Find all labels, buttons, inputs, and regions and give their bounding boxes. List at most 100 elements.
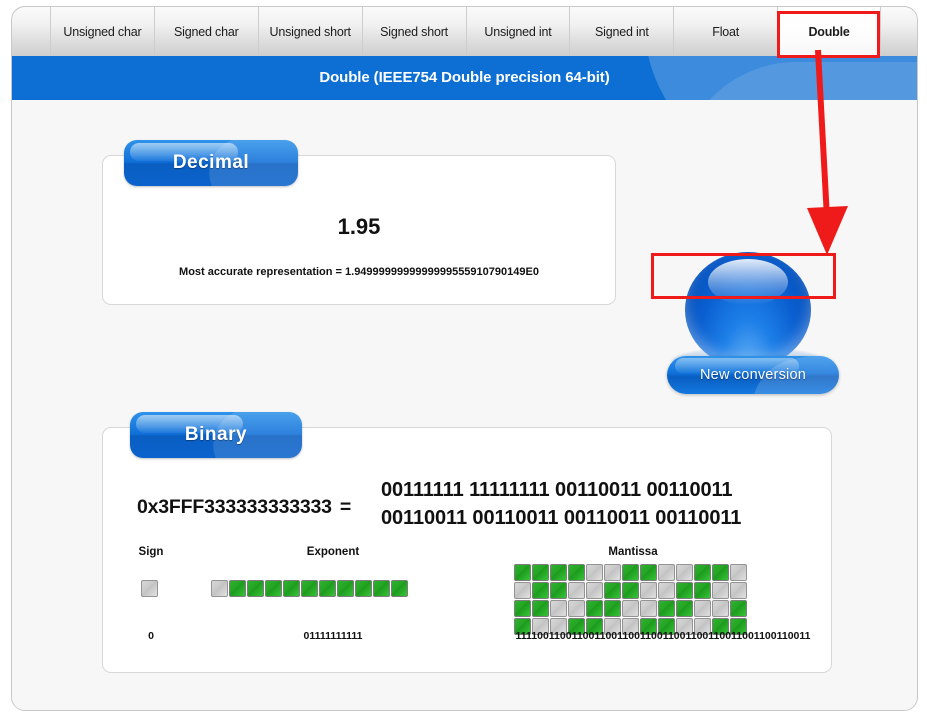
sign-bits: 0 bbox=[148, 630, 154, 642]
equals-sign: = bbox=[339, 496, 352, 518]
mantissa-bit[interactable] bbox=[604, 564, 621, 581]
mantissa-bit[interactable] bbox=[514, 564, 531, 581]
mantissa-bit[interactable] bbox=[694, 582, 711, 599]
exponent-bit[interactable] bbox=[355, 580, 372, 597]
tab-label: Double bbox=[808, 24, 850, 39]
mantissa-bit[interactable] bbox=[730, 600, 747, 617]
binary-panel: 0x3FFF333333333333 = 00111111 11111111 00… bbox=[102, 427, 832, 673]
tab-unsigned-int[interactable]: Unsigned int bbox=[465, 7, 570, 56]
page-title: Double (IEEE754 Double precision 64-bit) bbox=[319, 69, 610, 86]
mantissa-bit[interactable] bbox=[532, 582, 549, 599]
mantissa-squares[interactable] bbox=[514, 564, 748, 636]
exponent-bit[interactable] bbox=[247, 580, 264, 597]
mantissa-bit[interactable] bbox=[550, 600, 567, 617]
mantissa-row bbox=[514, 582, 748, 600]
mantissa-label: Mantissa bbox=[608, 546, 658, 558]
title-banner: Double (IEEE754 Double precision 64-bit) bbox=[12, 56, 917, 100]
binary-bits-line-1: 00111111 11111111 00110011 00110011 bbox=[381, 479, 733, 501]
exponent-bit[interactable] bbox=[211, 580, 228, 597]
window-shell: Unsigned char Signed char Unsigned short Si… bbox=[11, 6, 918, 711]
mantissa-bit[interactable] bbox=[604, 600, 621, 617]
tab-float[interactable]: Float bbox=[673, 7, 777, 56]
exponent-bit[interactable] bbox=[337, 580, 354, 597]
mantissa-bit[interactable] bbox=[712, 582, 729, 599]
tab-label: Unsigned char bbox=[63, 24, 142, 39]
mantissa-bits: 1111001100110011001100110011001100110011… bbox=[515, 630, 811, 642]
tab-unsigned-short[interactable]: Unsigned short bbox=[257, 7, 362, 56]
mantissa-bit[interactable] bbox=[586, 582, 603, 599]
mantissa-bit[interactable] bbox=[640, 564, 657, 581]
exponent-bit[interactable] bbox=[229, 580, 246, 597]
mantissa-bit[interactable] bbox=[514, 600, 531, 617]
mantissa-bit[interactable] bbox=[712, 600, 729, 617]
mantissa-bit[interactable] bbox=[514, 582, 531, 599]
mantissa-bit[interactable] bbox=[604, 582, 621, 599]
mantissa-bit[interactable] bbox=[694, 600, 711, 617]
exponent-bits: 01111111111 bbox=[303, 630, 363, 642]
mantissa-bit[interactable] bbox=[694, 564, 711, 581]
mantissa-bit[interactable] bbox=[550, 582, 567, 599]
mantissa-bit[interactable] bbox=[676, 600, 693, 617]
app-window: Unsigned char Signed char Unsigned short Si… bbox=[0, 0, 927, 715]
tab-label: Float bbox=[712, 24, 740, 39]
mantissa-bit[interactable] bbox=[640, 600, 657, 617]
mantissa-bit[interactable] bbox=[676, 564, 693, 581]
sign-bit[interactable] bbox=[141, 580, 158, 597]
mantissa-bit[interactable] bbox=[658, 600, 675, 617]
decimal-panel-tab[interactable]: Decimal bbox=[124, 140, 298, 186]
tab-double[interactable]: Double bbox=[777, 7, 881, 56]
sphere-highlight-icon bbox=[707, 258, 789, 306]
binary-panel-tab[interactable]: Binary bbox=[130, 412, 302, 458]
exponent-bit[interactable] bbox=[391, 580, 408, 597]
binary-panel-tab-label: Binary bbox=[184, 424, 248, 445]
mantissa-bit[interactable] bbox=[532, 564, 549, 581]
mantissa-bit[interactable] bbox=[586, 600, 603, 617]
sign-squares[interactable] bbox=[141, 580, 159, 598]
exponent-bit[interactable] bbox=[283, 580, 300, 597]
mantissa-bit[interactable] bbox=[568, 564, 585, 581]
mantissa-bit[interactable] bbox=[622, 564, 639, 581]
sign-row bbox=[141, 580, 159, 598]
mantissa-bit[interactable] bbox=[568, 600, 585, 617]
mantissa-bit[interactable] bbox=[622, 600, 639, 617]
tab-unsigned-char[interactable]: Unsigned char bbox=[50, 7, 154, 56]
mantissa-bit[interactable] bbox=[730, 582, 747, 599]
decimal-value: 1.95 bbox=[337, 214, 381, 239]
tab-label: Unsigned short bbox=[269, 24, 351, 39]
binary-bits-line-2: 00110011 00110011 00110011 00110011 bbox=[381, 507, 742, 529]
main-content: 1.95 Most accurate representation = 1.94… bbox=[12, 100, 917, 710]
mantissa-bit[interactable] bbox=[712, 564, 729, 581]
hex-string: 0x3FFF333333333333 bbox=[137, 496, 332, 518]
exponent-bit[interactable] bbox=[319, 580, 336, 597]
mantissa-bit[interactable] bbox=[532, 600, 549, 617]
mantissa-row bbox=[514, 564, 748, 582]
mantissa-bit[interactable] bbox=[658, 564, 675, 581]
exponent-bit[interactable] bbox=[373, 580, 390, 597]
hex-value: 0x3FFF333333333333 = bbox=[137, 496, 351, 519]
tab-signed-short[interactable]: Signed short bbox=[361, 7, 466, 56]
tab-label: Signed short bbox=[380, 24, 448, 39]
decimal-panel-tab-label: Decimal bbox=[172, 152, 250, 173]
exponent-squares[interactable] bbox=[211, 580, 409, 598]
binary-bits-block: 00111111 11111111 00110011 00110011 0011… bbox=[381, 476, 741, 532]
new-conversion-label: New conversion bbox=[700, 367, 806, 383]
mantissa-bit[interactable] bbox=[622, 582, 639, 599]
mantissa-bit[interactable] bbox=[568, 582, 585, 599]
tab-signed-char[interactable]: Signed char bbox=[153, 7, 258, 56]
tab-bar: Unsigned char Signed char Unsigned short Si… bbox=[12, 7, 917, 56]
mantissa-bit[interactable] bbox=[658, 582, 675, 599]
mantissa-bit[interactable] bbox=[586, 564, 603, 581]
sign-label: Sign bbox=[138, 546, 164, 558]
tab-label: Unsigned int bbox=[484, 24, 552, 39]
mantissa-bit[interactable] bbox=[550, 564, 567, 581]
tab-label: Signed char bbox=[174, 24, 239, 39]
exponent-bit[interactable] bbox=[301, 580, 318, 597]
mantissa-bit[interactable] bbox=[676, 582, 693, 599]
new-conversion-button[interactable]: New conversion bbox=[667, 356, 839, 394]
exponent-label: Exponent bbox=[306, 546, 360, 558]
tab-signed-int[interactable]: Signed int bbox=[569, 7, 673, 56]
exponent-bit[interactable] bbox=[265, 580, 282, 597]
mantissa-bit[interactable] bbox=[640, 582, 657, 599]
tab-label: Signed int bbox=[595, 24, 649, 39]
mantissa-bit[interactable] bbox=[730, 564, 747, 581]
